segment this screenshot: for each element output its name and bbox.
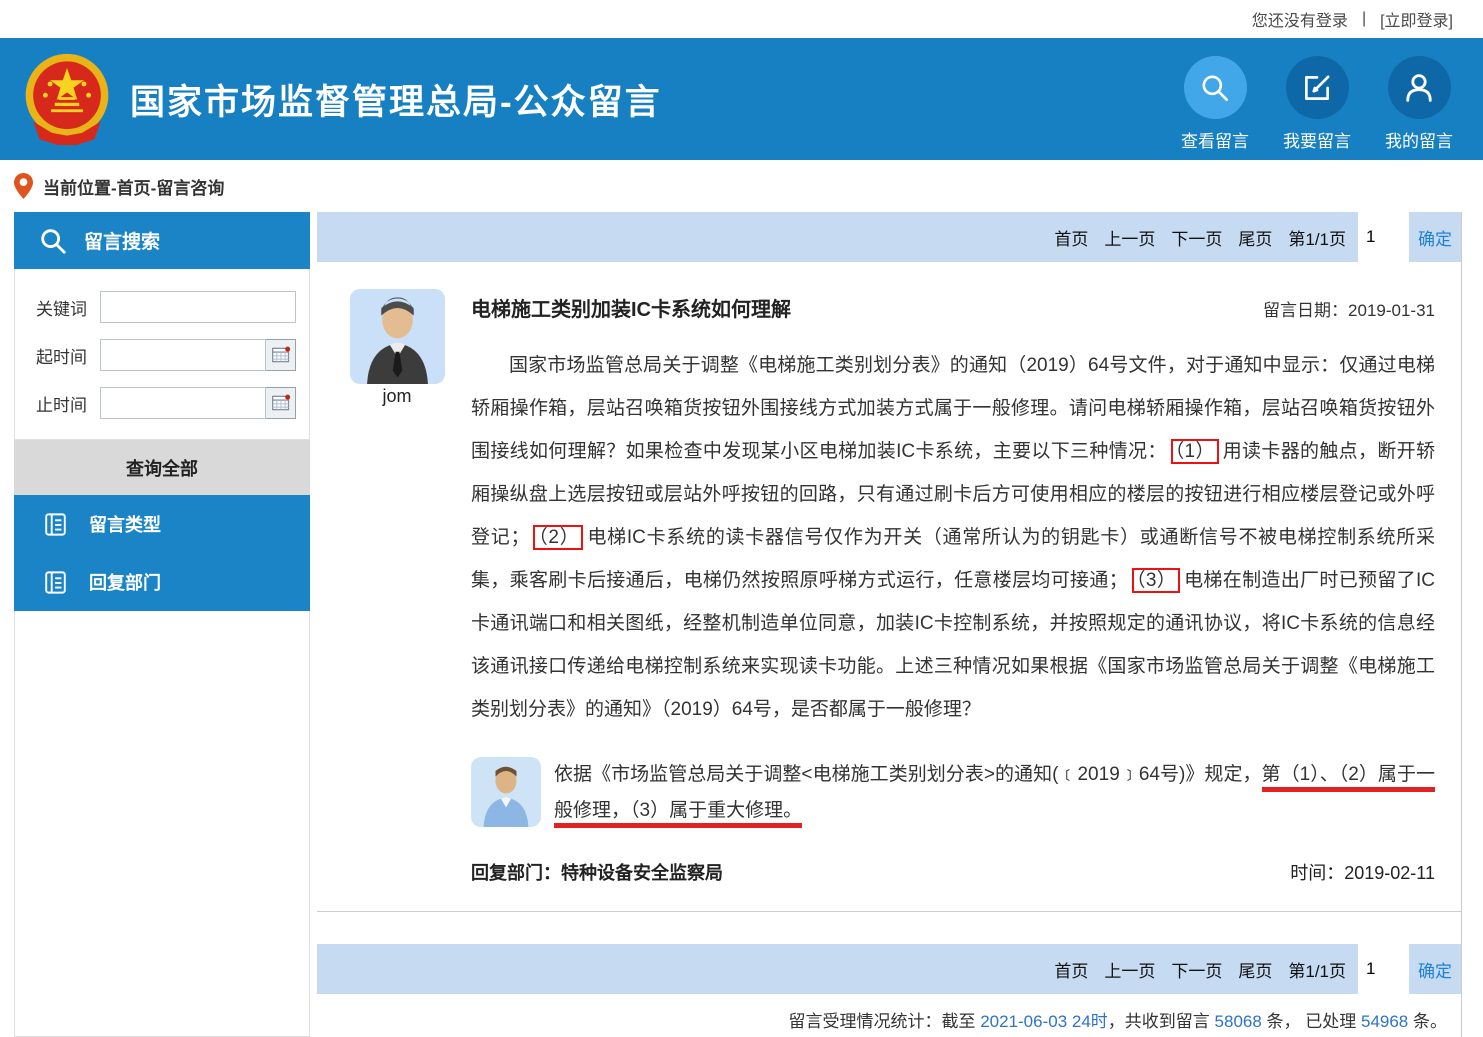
start-time-calendar-button[interactable] <box>266 339 296 371</box>
official-avatar-icon <box>471 757 541 827</box>
sidebar-item-label: 回复部门 <box>89 569 161 595</box>
list-icon <box>42 569 69 596</box>
sidebar-menu: 留言类型 回复部门 <box>14 495 310 611</box>
sidebar-search-title: 留言搜索 <box>84 227 160 254</box>
keyword-input[interactable] <box>100 291 296 323</box>
login-now-link[interactable]: [立即登录] <box>1380 7 1453 31</box>
username: jom <box>341 386 453 407</box>
sidebar-item-reply-department[interactable]: 回复部门 <box>14 553 310 611</box>
nav-label: 查看留言 <box>1181 127 1249 152</box>
query-all-button[interactable]: 查询全部 <box>14 440 310 495</box>
pagination-last[interactable]: 尾页 <box>1238 225 1272 250</box>
page-number-input[interactable] <box>1358 212 1402 262</box>
pagination-prev[interactable]: 上一页 <box>1104 225 1155 250</box>
end-time-input[interactable] <box>100 387 266 419</box>
message-text: 国家市场监管总局关于调整《电梯施工类别划分表》的通知（2019）64号文件，对于… <box>471 344 1435 731</box>
pagination-prev[interactable]: 上一页 <box>1104 957 1155 982</box>
nav-view-messages[interactable]: 查看留言 <box>1173 56 1257 152</box>
sidebar-empty-area <box>14 611 310 1037</box>
message-card: jom 电梯施工类别加装IC卡系统如何理解 留言日期：2019-01-31 国家… <box>317 262 1461 885</box>
calendar-icon <box>271 393 291 413</box>
top-login-bar: 您还没有登录 | [立即登录] <box>0 0 1483 38</box>
pagination-first[interactable]: 首页 <box>1054 957 1088 982</box>
pagination-first[interactable]: 首页 <box>1054 225 1088 250</box>
end-time-calendar-button[interactable] <box>266 387 296 419</box>
confirm-button[interactable]: 确定 <box>1409 212 1461 262</box>
reply-meta-row: 回复部门：特种设备安全监察局 时间：2019-02-11 <box>471 859 1435 885</box>
site-title: 国家市场监督管理总局-公众留言 <box>130 74 662 125</box>
start-time-label: 起时间 <box>36 343 100 368</box>
calendar-icon <box>271 345 291 365</box>
stats-footer: 留言受理情况统计：截至 2021-06-03 24时，共收到留言 58068 条… <box>317 1007 1461 1037</box>
breadcrumb-text: 当前位置-首页-留言咨询 <box>43 174 224 199</box>
end-time-row: 止时间 <box>15 379 309 427</box>
message-body-column: 电梯施工类别加装IC卡系统如何理解 留言日期：2019-01-31 国家市场监管… <box>471 289 1435 885</box>
message-author-column: jom <box>341 289 453 885</box>
message-date-label: 留言日期： <box>1263 301 1348 320</box>
pagination-next[interactable]: 下一页 <box>1171 225 1222 250</box>
sidebar: 留言搜索 关键词 起时间 <box>14 212 310 1037</box>
user-icon <box>1388 56 1451 119</box>
national-emblem-logo <box>20 52 114 146</box>
reply-department-label: 回复部门： <box>471 863 561 883</box>
start-time-row: 起时间 <box>15 331 309 379</box>
location-pin-icon <box>14 172 33 200</box>
keyword-label: 关键词 <box>36 295 100 320</box>
page: 您还没有登录 | [立即登录] 国家市场监督管理总局-公众留言 <box>0 0 1483 1037</box>
reply-time-label: 时间： <box>1290 863 1344 883</box>
reply-avatar <box>471 757 541 827</box>
message-date-value: 2019-01-31 <box>1348 301 1435 320</box>
end-time-label: 止时间 <box>36 391 100 416</box>
list-icon <box>42 511 69 538</box>
user-avatar <box>350 289 445 384</box>
sidebar-search-form: 关键词 起时间 <box>14 269 310 440</box>
message-date: 留言日期：2019-01-31 <box>1263 296 1435 321</box>
sidebar-item-message-type[interactable]: 留言类型 <box>14 495 310 553</box>
section-divider <box>317 911 1461 912</box>
compose-icon <box>1286 56 1349 119</box>
confirm-button[interactable]: 确定 <box>1409 944 1461 994</box>
breadcrumb: 当前位置-首页-留言咨询 <box>0 160 1483 212</box>
pagination-next[interactable]: 下一页 <box>1171 957 1222 982</box>
pagination-last[interactable]: 尾页 <box>1238 957 1272 982</box>
search-icon <box>1184 56 1247 119</box>
sidebar-search-header: 留言搜索 <box>14 212 310 269</box>
pagination-links: 首页 上一页 下一页 尾页 第1/1页 <box>317 212 1358 262</box>
header-nav: 查看留言 我要留言 我的留言 <box>1173 56 1461 152</box>
pagination-page-info: 第1/1页 <box>1288 225 1346 250</box>
main-content: 首页 上一页 下一页 尾页 第1/1页 确定 <box>317 212 1462 1037</box>
sidebar-item-label: 留言类型 <box>89 511 161 537</box>
pagination-page-info: 第1/1页 <box>1288 957 1346 982</box>
reply-block: 依据《市场监管总局关于调整<电梯施工类别划分表>的通知(﹝2019﹞64号)》规… <box>471 757 1435 829</box>
content-layout: 留言搜索 关键词 起时间 <box>0 212 1483 1037</box>
topbar-divider: | <box>1362 10 1366 28</box>
businessman-avatar-icon <box>350 289 445 384</box>
pagination-top: 首页 上一页 下一页 尾页 第1/1页 确定 <box>317 212 1461 262</box>
message-title: 电梯施工类别加装IC卡系统如何理解 <box>471 293 791 322</box>
nav-post-message[interactable]: 我要留言 <box>1275 56 1359 152</box>
start-time-input[interactable] <box>100 339 266 371</box>
login-status-text: 您还没有登录 <box>1252 7 1348 31</box>
nav-label: 我的留言 <box>1385 127 1453 152</box>
reply-text: 依据《市场监管总局关于调整<电梯施工类别划分表>的通知(﹝2019﹞64号)》规… <box>554 757 1435 829</box>
nav-label: 我要留言 <box>1283 127 1351 152</box>
site-header: 国家市场监督管理总局-公众留言 查看留言 我要留言 <box>0 38 1483 160</box>
search-icon <box>38 226 68 256</box>
keyword-row: 关键词 <box>15 283 309 331</box>
reply-department-value: 特种设备安全监察局 <box>561 863 723 883</box>
nav-my-messages[interactable]: 我的留言 <box>1377 56 1461 152</box>
pagination-bottom: 首页 上一页 下一页 尾页 第1/1页 确定 <box>317 944 1461 994</box>
pagination-links: 首页 上一页 下一页 尾页 第1/1页 <box>317 944 1358 994</box>
reply-time-value: 2019-02-11 <box>1344 863 1435 883</box>
reply-time: 时间：2019-02-11 <box>1290 859 1435 885</box>
page-number-input[interactable] <box>1358 944 1402 994</box>
message-title-row: 电梯施工类别加装IC卡系统如何理解 留言日期：2019-01-31 <box>471 293 1435 322</box>
reply-department: 回复部门：特种设备安全监察局 <box>471 859 723 885</box>
